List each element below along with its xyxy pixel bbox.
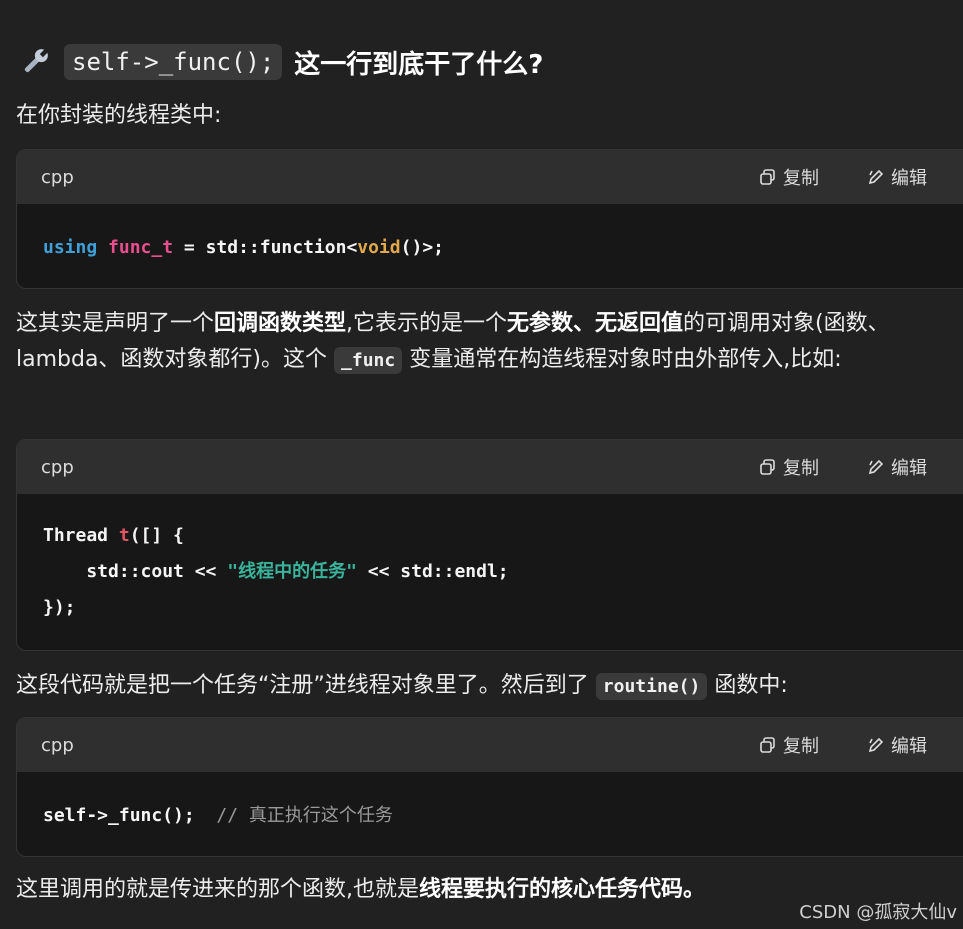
bold-text: 无参数、无返回值	[507, 311, 684, 336]
copy-label: 复制	[783, 736, 819, 757]
heading-inline-code: self->_func();	[64, 44, 283, 80]
edit-button[interactable]: 编辑	[867, 732, 927, 758]
code-language-label: cpp	[41, 456, 74, 478]
code-language-label: cpp	[41, 166, 74, 188]
section-heading: self->_func(); 这一行到底干了什么?	[18, 40, 543, 84]
code-token: using	[43, 237, 98, 258]
copy-button[interactable]: 复制	[759, 732, 819, 758]
edit-button[interactable]: 编辑	[867, 164, 927, 190]
paragraph-2: 这段代码就是把一个任务“注册”进线程对象里了。然后到了 routine() 函数…	[16, 668, 957, 705]
copy-icon	[760, 169, 775, 185]
code-body: self->_func(); // 真正执行这个任务	[17, 772, 963, 856]
edit-label: 编辑	[891, 736, 927, 757]
code-token: "线程中的任务"	[227, 561, 357, 582]
code-token: self->_func();	[43, 805, 217, 826]
intro-text: 在你封装的线程类中:	[16, 103, 222, 128]
code-block-1: cpp 复制 编辑 using func_t = std::function<v…	[16, 149, 963, 289]
pencil-icon	[868, 737, 884, 753]
code-header: cpp 复制 编辑	[17, 150, 963, 204]
code-language-label: cpp	[41, 734, 74, 756]
paragraph-3: 这里调用的就是传进来的那个函数,也就是线程要执行的核心任务代码。	[16, 872, 763, 908]
text-run: 变量通常在构造线程对象时由外部传入,比如:	[402, 347, 842, 372]
edit-label: 编辑	[891, 458, 927, 479]
text-run: 函数中:	[707, 673, 788, 698]
heading-text: 这一行到底干了什么?	[294, 49, 544, 80]
inline-code: _func	[334, 347, 403, 374]
copy-button[interactable]: 复制	[759, 164, 819, 190]
code-token: ()>;	[400, 237, 445, 258]
code-body: using func_t = std::function<void()>;	[17, 204, 963, 288]
code-token: t	[118, 525, 130, 546]
code-token: });	[43, 597, 76, 618]
code-block-2: cpp 复制 编辑 Thread t([] { std::cout << "线程…	[16, 439, 963, 651]
edit-button[interactable]: 编辑	[867, 454, 927, 480]
edit-label: 编辑	[891, 168, 927, 189]
paragraph-1: 这其实是声明了一个回调函数类型,它表示的是一个无参数、无返回值的可调用对象(函数…	[16, 306, 957, 379]
csdn-watermark: CSDN @孤寂大仙v	[799, 902, 957, 923]
wrench-icon	[24, 48, 49, 73]
code-comment: // 真正执行这个任务	[216, 805, 393, 826]
bold-text: 线程要执行的核心任务代码。	[419, 877, 706, 902]
copy-icon	[760, 459, 775, 475]
copy-icon	[760, 737, 775, 753]
text-run: 这其实是声明了一个	[16, 311, 215, 336]
code-token: = std::function<	[173, 237, 358, 258]
copy-label: 复制	[783, 458, 819, 479]
bold-text: 回调函数类型	[214, 311, 347, 336]
code-token: Thread	[43, 525, 119, 546]
inline-code: routine()	[595, 673, 708, 700]
code-block-3: cpp 复制 编辑 self->_func(); // 真正执行这个任务	[16, 717, 963, 857]
code-token: ([] {	[129, 525, 184, 546]
text-run: 这段代码就是把一个任务“注册”进线程对象里了。然后到了	[16, 673, 596, 698]
code-token: std::cout <<	[43, 561, 228, 582]
copy-button[interactable]: 复制	[759, 454, 819, 480]
code-header: cpp 复制 编辑	[17, 440, 963, 494]
code-token: func_t	[108, 237, 174, 258]
text-run: ,它表示的是一个	[346, 311, 508, 336]
pencil-icon	[868, 169, 884, 185]
text-run: 这里调用的就是传进来的那个函数,也就是	[16, 877, 419, 902]
code-token: << std::endl;	[356, 561, 509, 582]
code-header: cpp 复制 编辑	[17, 718, 963, 772]
code-token: void	[357, 237, 401, 258]
copy-label: 复制	[783, 168, 819, 189]
pencil-icon	[868, 459, 884, 475]
code-body: Thread t([] { std::cout << "线程中的任务" << s…	[17, 494, 963, 650]
